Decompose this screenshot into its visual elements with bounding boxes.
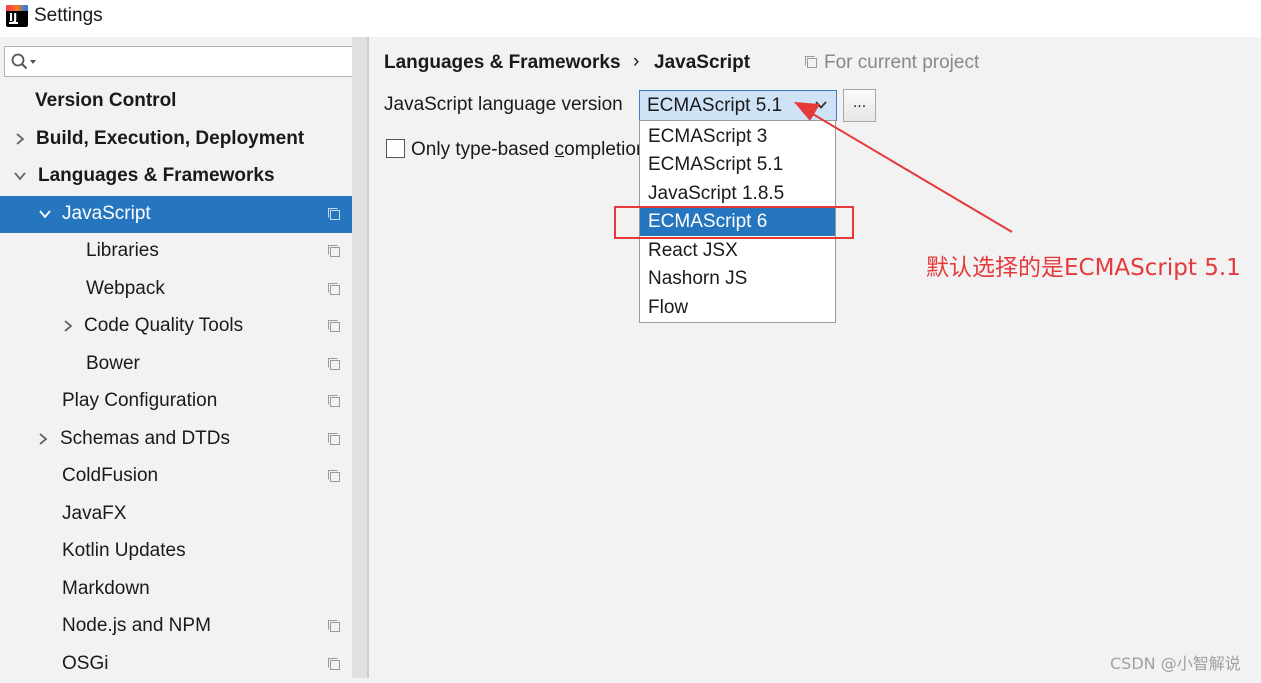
watermark: CSDN @小智解说 bbox=[1110, 654, 1241, 673]
annotation-text: 默认选择的是ECMAScript 5.1 bbox=[926, 255, 1241, 281]
annotation-arrow bbox=[794, 102, 1013, 233]
